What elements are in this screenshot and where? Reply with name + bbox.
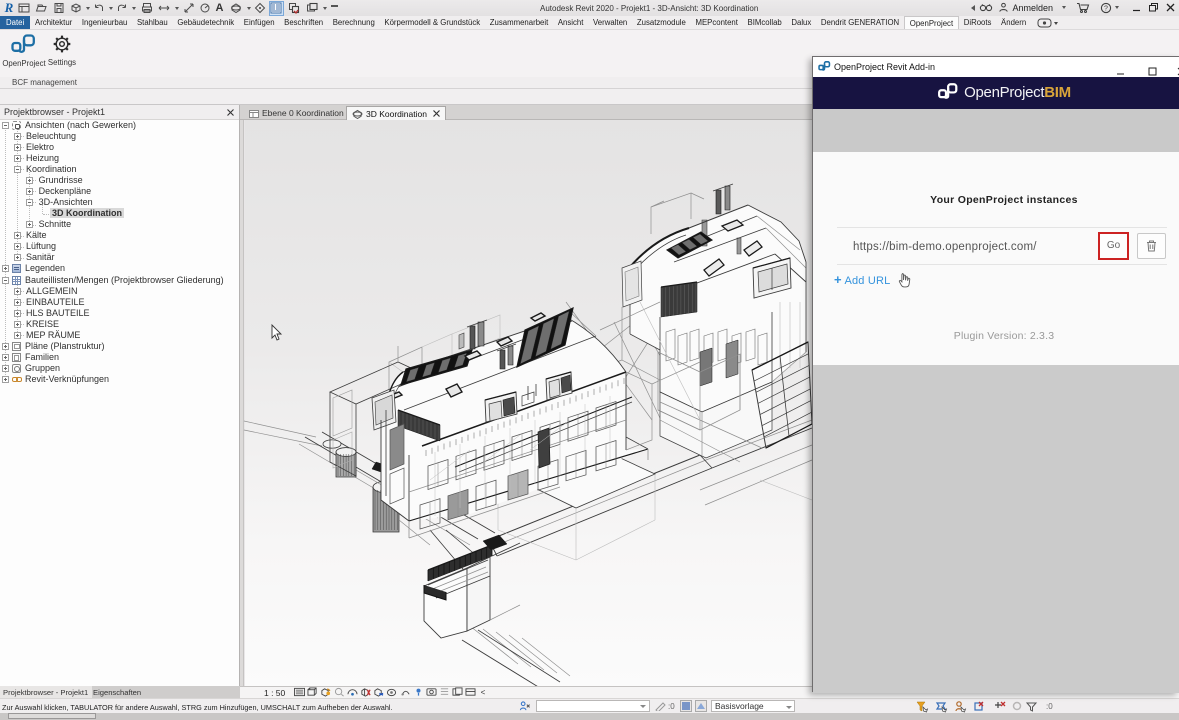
svg-text:?: ?: [1104, 5, 1108, 12]
